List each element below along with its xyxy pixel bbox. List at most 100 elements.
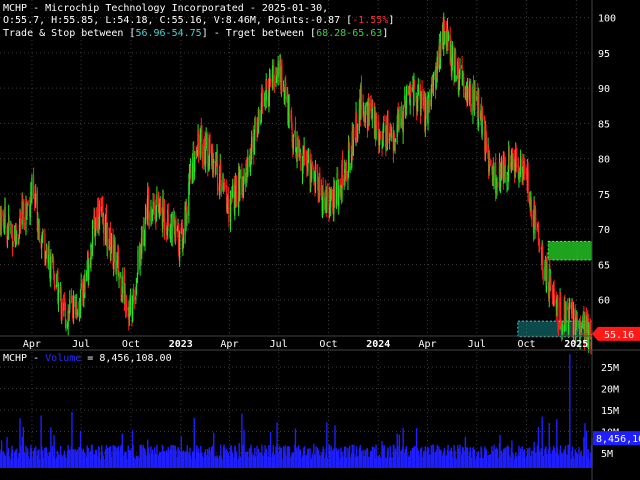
candle-body: [561, 324, 563, 335]
candle-body: [12, 242, 14, 247]
candle-body: [573, 308, 575, 338]
candle-body: [110, 233, 113, 249]
volume-bar: [182, 450, 185, 468]
candle-body: [113, 261, 115, 270]
candle-body: [120, 276, 122, 297]
candle-body: [478, 95, 480, 110]
volume-bar: [512, 452, 514, 468]
price-tick-label: 100: [598, 14, 616, 25]
price-tick-label: 80: [598, 155, 610, 166]
candle-body: [41, 243, 43, 249]
candle-body: [383, 124, 385, 131]
volume-bar: [65, 457, 67, 468]
volume-bar: [508, 455, 510, 468]
candle-body: [167, 213, 169, 227]
candle-body: [95, 217, 97, 228]
volume-bar: [436, 444, 438, 468]
volume-bar: [432, 445, 435, 468]
candle-body: [294, 126, 297, 150]
candle-body: [258, 111, 260, 123]
candle-body: [417, 84, 419, 95]
candle-body: [190, 169, 192, 182]
candle-body: [292, 134, 294, 151]
candle-body: [197, 132, 200, 155]
candle-body: [421, 89, 423, 101]
candle-body: [326, 192, 328, 198]
volume-bar: [360, 451, 363, 468]
volume-bar: [12, 458, 14, 468]
candle-body: [413, 82, 416, 89]
volume-bar: [220, 456, 223, 468]
candle-body: [394, 143, 396, 151]
volume-bar: [546, 453, 548, 468]
volume-bar: [364, 449, 366, 468]
candle-body: [27, 201, 29, 203]
candle-body: [557, 296, 559, 323]
candle-body: [304, 150, 306, 161]
volume-bar: [542, 455, 544, 468]
candle-body: [122, 276, 124, 294]
volume-bar: [338, 448, 340, 468]
volume-bar: [569, 354, 571, 468]
candle-body: [247, 158, 249, 175]
candle-body: [531, 214, 533, 218]
candle-body: [466, 87, 469, 102]
candle-body: [516, 157, 518, 168]
candle-body: [315, 166, 317, 169]
target-zone: [547, 240, 593, 261]
volume-bar: [383, 445, 385, 468]
volume-bar: [80, 448, 82, 468]
volume-bar: [186, 445, 188, 468]
volume-bar: [4, 456, 7, 468]
candle-body: [239, 169, 241, 171]
target-label: ] - Trget between [: [201, 28, 317, 39]
volume-bar: [69, 449, 71, 468]
x-tick-label: Apr: [418, 339, 436, 350]
candle-body: [364, 105, 366, 123]
x-tick-label: 2025: [564, 339, 588, 350]
candle-body: [360, 85, 363, 101]
volume-bar: [99, 459, 101, 468]
volume-bar: [326, 457, 329, 468]
target-bracket: ]: [382, 28, 389, 39]
candle-body: [213, 161, 215, 163]
candle-body: [371, 108, 373, 119]
volume-bar: [106, 448, 109, 468]
price-tick-label: 60: [598, 296, 610, 307]
x-tick-label: Oct: [122, 339, 140, 350]
candle-body: [313, 179, 315, 181]
candle-body: [86, 270, 88, 274]
volume-bar: [353, 444, 355, 468]
candle-body: [35, 193, 37, 204]
candle-body: [155, 206, 157, 221]
volume-bar: [447, 451, 450, 468]
price-tick-label: 90: [598, 84, 610, 95]
volume-bar: [425, 451, 427, 468]
candle-body: [300, 152, 302, 171]
candle-body: [482, 110, 484, 113]
candle-body: [493, 166, 495, 181]
candle-body: [133, 297, 135, 301]
candle-body: [152, 201, 154, 214]
price-tick-label: 75: [598, 190, 610, 201]
ohlc-values: O:55.7, H:55.85, L:54.18, C:55.16, V:8.4…: [3, 15, 353, 26]
volume-bar: [300, 457, 302, 468]
volume-bar: [258, 452, 260, 468]
candle-body: [349, 166, 351, 170]
candle-body: [464, 95, 466, 98]
volume-bar: [504, 447, 507, 468]
volume-bar: [35, 446, 37, 468]
candle-body: [186, 211, 188, 219]
volume-bar: [470, 457, 473, 468]
volume-bar: [23, 453, 26, 468]
volume-bar: [330, 446, 332, 468]
volume-bar: [516, 456, 518, 468]
candle-body: [489, 160, 491, 166]
volume-bar: [38, 459, 41, 468]
volume-bar: [53, 448, 56, 468]
candle-body: [80, 283, 82, 289]
candle-body: [179, 231, 181, 259]
volume-bar: [561, 453, 563, 468]
candle-body: [281, 66, 283, 92]
candle-body: [114, 242, 116, 272]
